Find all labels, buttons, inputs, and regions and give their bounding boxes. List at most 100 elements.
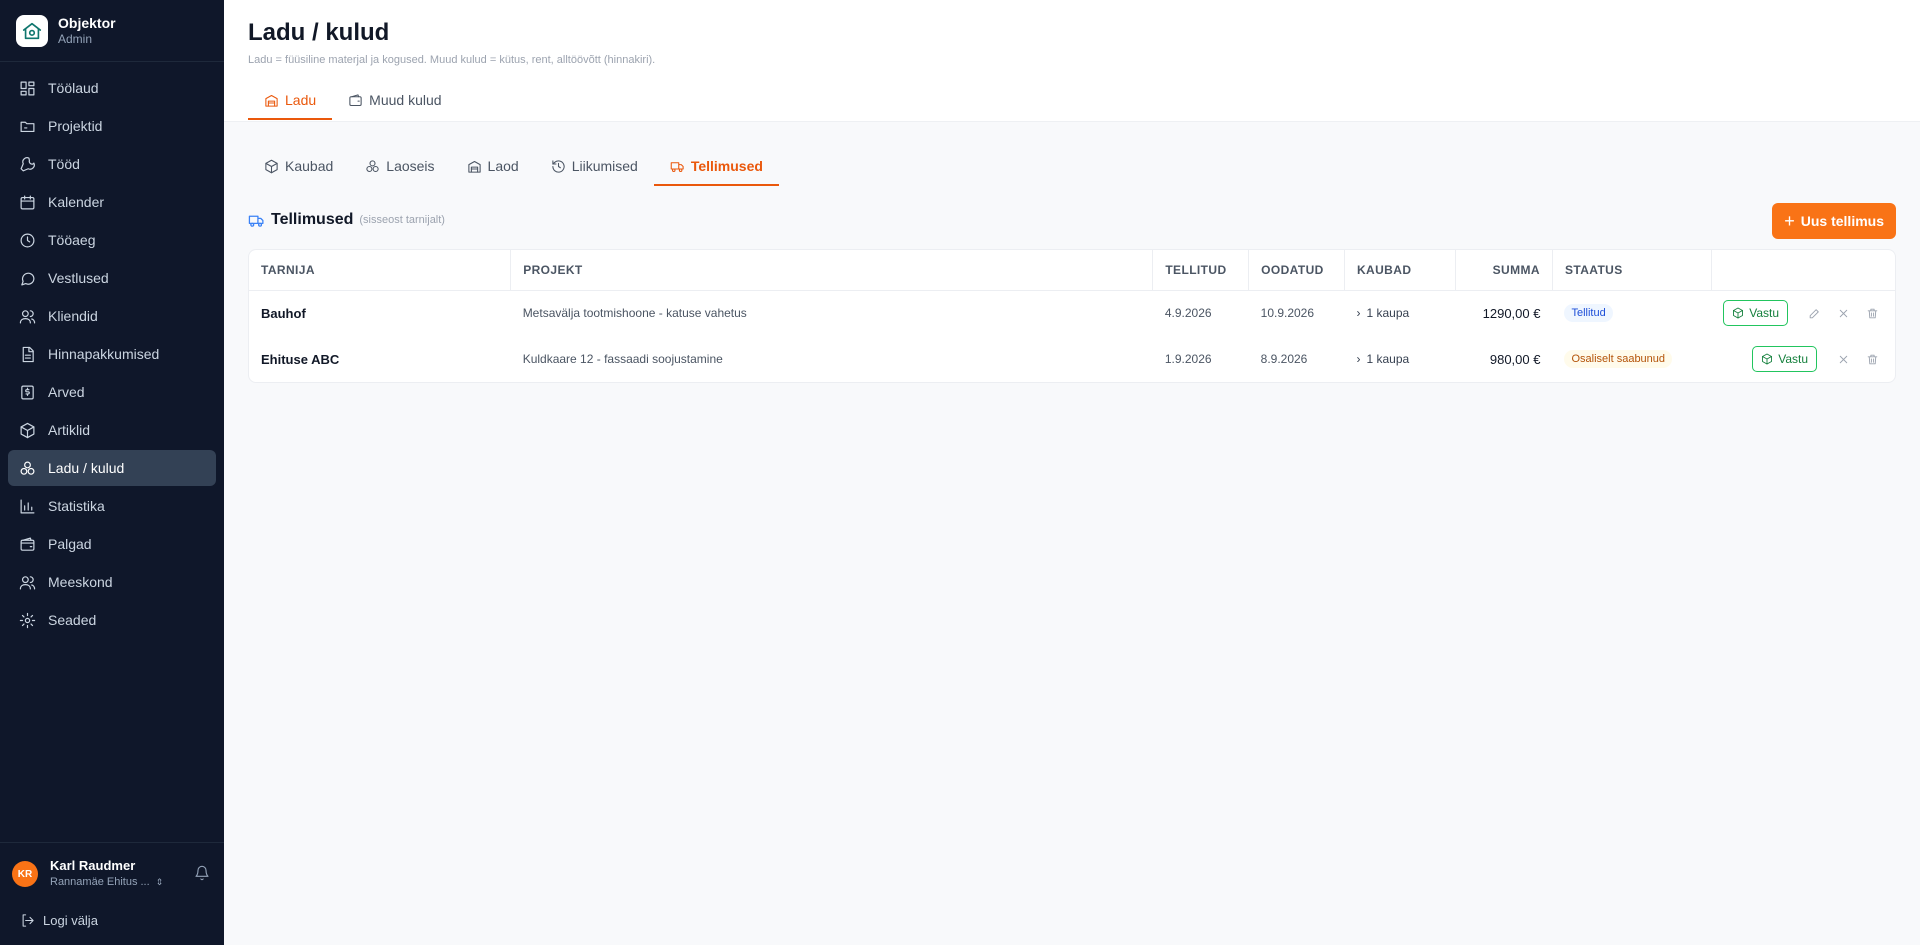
box-icon [18, 421, 36, 439]
sidebar-item-label: Ladu / kulud [48, 460, 125, 476]
column-header-items: KAUBAD [1344, 250, 1457, 291]
ordered-date-cell: 1.9.2026 [1164, 352, 1212, 366]
page-subtitle: Ladu = füüsiline materjal ja kogused. Mu… [248, 54, 656, 66]
column-header-actions [1711, 250, 1895, 291]
orders-table-card: TARNIJA PROJEKT TELLITUD OODATUD KAUBAD … [248, 249, 1896, 383]
tab-muud-kulud[interactable]: Muud kulud [332, 82, 457, 120]
wrench-icon [18, 155, 36, 173]
plus-icon: + [1784, 211, 1795, 231]
sidebar-item-kliendid[interactable]: Kliendid [8, 298, 216, 334]
sidebar-item-label: Arved [48, 384, 85, 400]
sidebar-item-ladu-kulud[interactable]: Ladu / kulud [8, 450, 216, 486]
tab-laod[interactable]: Laod [451, 148, 535, 186]
orders-header: Tellimused (sisseost tarnijalt) + Uus te… [248, 201, 1896, 239]
project-cell: Metsavälja tootmishoone - katuse vahetus [522, 306, 747, 321]
column-header-status[interactable]: STAATUS [1552, 250, 1712, 291]
chat-icon [18, 269, 36, 287]
tab-label: Laoseis [386, 158, 435, 174]
status-badge: Osaliselt saabunud [1564, 350, 1673, 368]
close-icon[interactable] [1832, 348, 1854, 370]
column-header-project[interactable]: PROJEKT [510, 250, 1154, 291]
sidebar-item-label: Seaded [48, 612, 97, 628]
table-row[interactable]: Ehituse ABC Kuldkaare 12 - fassaadi sooj… [249, 336, 1895, 382]
trash-icon[interactable] [1861, 348, 1883, 370]
bar-chart-icon [18, 497, 36, 515]
project-cell: Kuldkaare 12 - fassaadi soojustamine [522, 352, 723, 366]
supplier-cell: Ehituse ABC [261, 351, 340, 367]
avatar: KR [12, 861, 38, 887]
sidebar: Objektor Admin Töölaud Projektid Tööd Ka… [0, 0, 224, 945]
logout-icon [22, 913, 34, 927]
team-icon [18, 573, 36, 591]
top-tabs: Ladu Muud kulud [248, 82, 1896, 120]
tab-label: Muud kulud [369, 92, 442, 108]
tab-laoseis[interactable]: Laoseis [349, 148, 450, 186]
column-header-expected[interactable]: OODATUD [1248, 250, 1345, 291]
sidebar-item-arved[interactable]: Arved [8, 374, 216, 410]
sidebar-item-tooaeg[interactable]: Tööaeg [8, 222, 216, 258]
column-header-ordered[interactable]: TELLITUD [1152, 250, 1250, 291]
items-expand-toggle[interactable]: › 1 kaupa [1356, 352, 1409, 366]
sidebar-item-label: Kalender [48, 194, 105, 210]
calendar-icon [18, 193, 36, 211]
sidebar-item-label: Kliendid [48, 308, 98, 324]
sidebar-item-meeskond[interactable]: Meeskond [8, 564, 216, 600]
gear-icon [18, 611, 36, 629]
user-menu[interactable]: KR Karl Raudmer Rannamäe Ehitus ... ⇕ [0, 843, 224, 905]
boxes-icon [366, 159, 379, 172]
receive-button[interactable]: Vastu [1723, 300, 1788, 327]
chevron-right-icon: › [1356, 306, 1361, 321]
sum-cell: 1290,00 € [1482, 305, 1541, 321]
actions-cell: Vastu [1711, 336, 1895, 382]
sidebar-nav: Töölaud Projektid Tööd Kalender Tööaeg V… [0, 62, 224, 638]
status-cell: Tellitud [1552, 290, 1711, 336]
brand-role: Admin [58, 31, 93, 46]
tab-liikumised[interactable]: Liikumised [535, 148, 654, 186]
sidebar-item-label: Projektid [48, 118, 103, 134]
close-icon[interactable] [1832, 302, 1854, 324]
brand[interactable]: Objektor Admin [0, 0, 224, 62]
sidebar-item-kalender[interactable]: Kalender [8, 184, 216, 220]
items-cell: › 1 kaupa [1344, 336, 1455, 382]
tab-label: Liikumised [571, 158, 638, 174]
page-title: Ladu / kulud [248, 19, 390, 46]
receive-button[interactable]: Vastu [1752, 346, 1817, 372]
package-icon [1762, 353, 1773, 365]
trash-icon[interactable] [1861, 302, 1883, 324]
logout-button[interactable]: Logi välja [0, 905, 224, 935]
items-expand-toggle[interactable]: › 1 kaupa [1356, 306, 1409, 320]
tab-tellimused[interactable]: Tellimused [653, 148, 779, 186]
new-order-button[interactable]: + Uus tellimus [1772, 203, 1896, 239]
sidebar-item-seaded[interactable]: Seaded [8, 602, 216, 638]
edit-icon[interactable] [1803, 302, 1825, 324]
tab-label: Ladu [285, 92, 317, 108]
tab-kaubad[interactable]: Kaubad [248, 148, 349, 186]
user-name: Karl Raudmer [50, 858, 136, 873]
bell-icon[interactable] [194, 865, 212, 883]
table-header-row: TARNIJA PROJEKT TELLITUD OODATUD KAUBAD … [249, 250, 1895, 291]
invoice-icon [18, 383, 36, 401]
table-row[interactable]: Bauhof Metsavälja tootmishoone - katuse … [249, 290, 1895, 336]
wallet-icon [349, 93, 362, 106]
orders-note: (sisseost tarnijalt) [359, 214, 445, 226]
sidebar-item-tood[interactable]: Tööd [8, 146, 216, 182]
sidebar-item-label: Meeskond [48, 574, 113, 590]
tab-ladu[interactable]: Ladu [248, 82, 333, 120]
sidebar-item-palgad[interactable]: Palgad [8, 526, 216, 562]
tab-label: Laod [487, 158, 519, 174]
sidebar-item-statistika[interactable]: Statistika [8, 488, 216, 524]
sidebar-item-hinnapakkumised[interactable]: Hinnapakkumised [8, 336, 216, 372]
column-header-supplier[interactable]: TARNIJA [249, 250, 512, 291]
actions-cell: Vastu [1711, 290, 1895, 336]
boxes-icon [18, 459, 36, 477]
sidebar-item-vestlused[interactable]: Vestlused [8, 260, 216, 296]
expected-date-cell: 10.9.2026 [1260, 306, 1315, 321]
sidebar-item-artiklid[interactable]: Artiklid [8, 412, 216, 448]
box-icon [265, 159, 278, 173]
users-icon [18, 307, 36, 325]
chevron-up-down-icon[interactable]: ⇕ [156, 874, 164, 890]
sidebar-item-projektid[interactable]: Projektid [8, 108, 216, 144]
column-header-sum[interactable]: SUMMA [1455, 250, 1553, 291]
sidebar-item-toolaud[interactable]: Töölaud [8, 70, 216, 106]
user-company: Rannamäe Ehitus ... [50, 876, 150, 888]
